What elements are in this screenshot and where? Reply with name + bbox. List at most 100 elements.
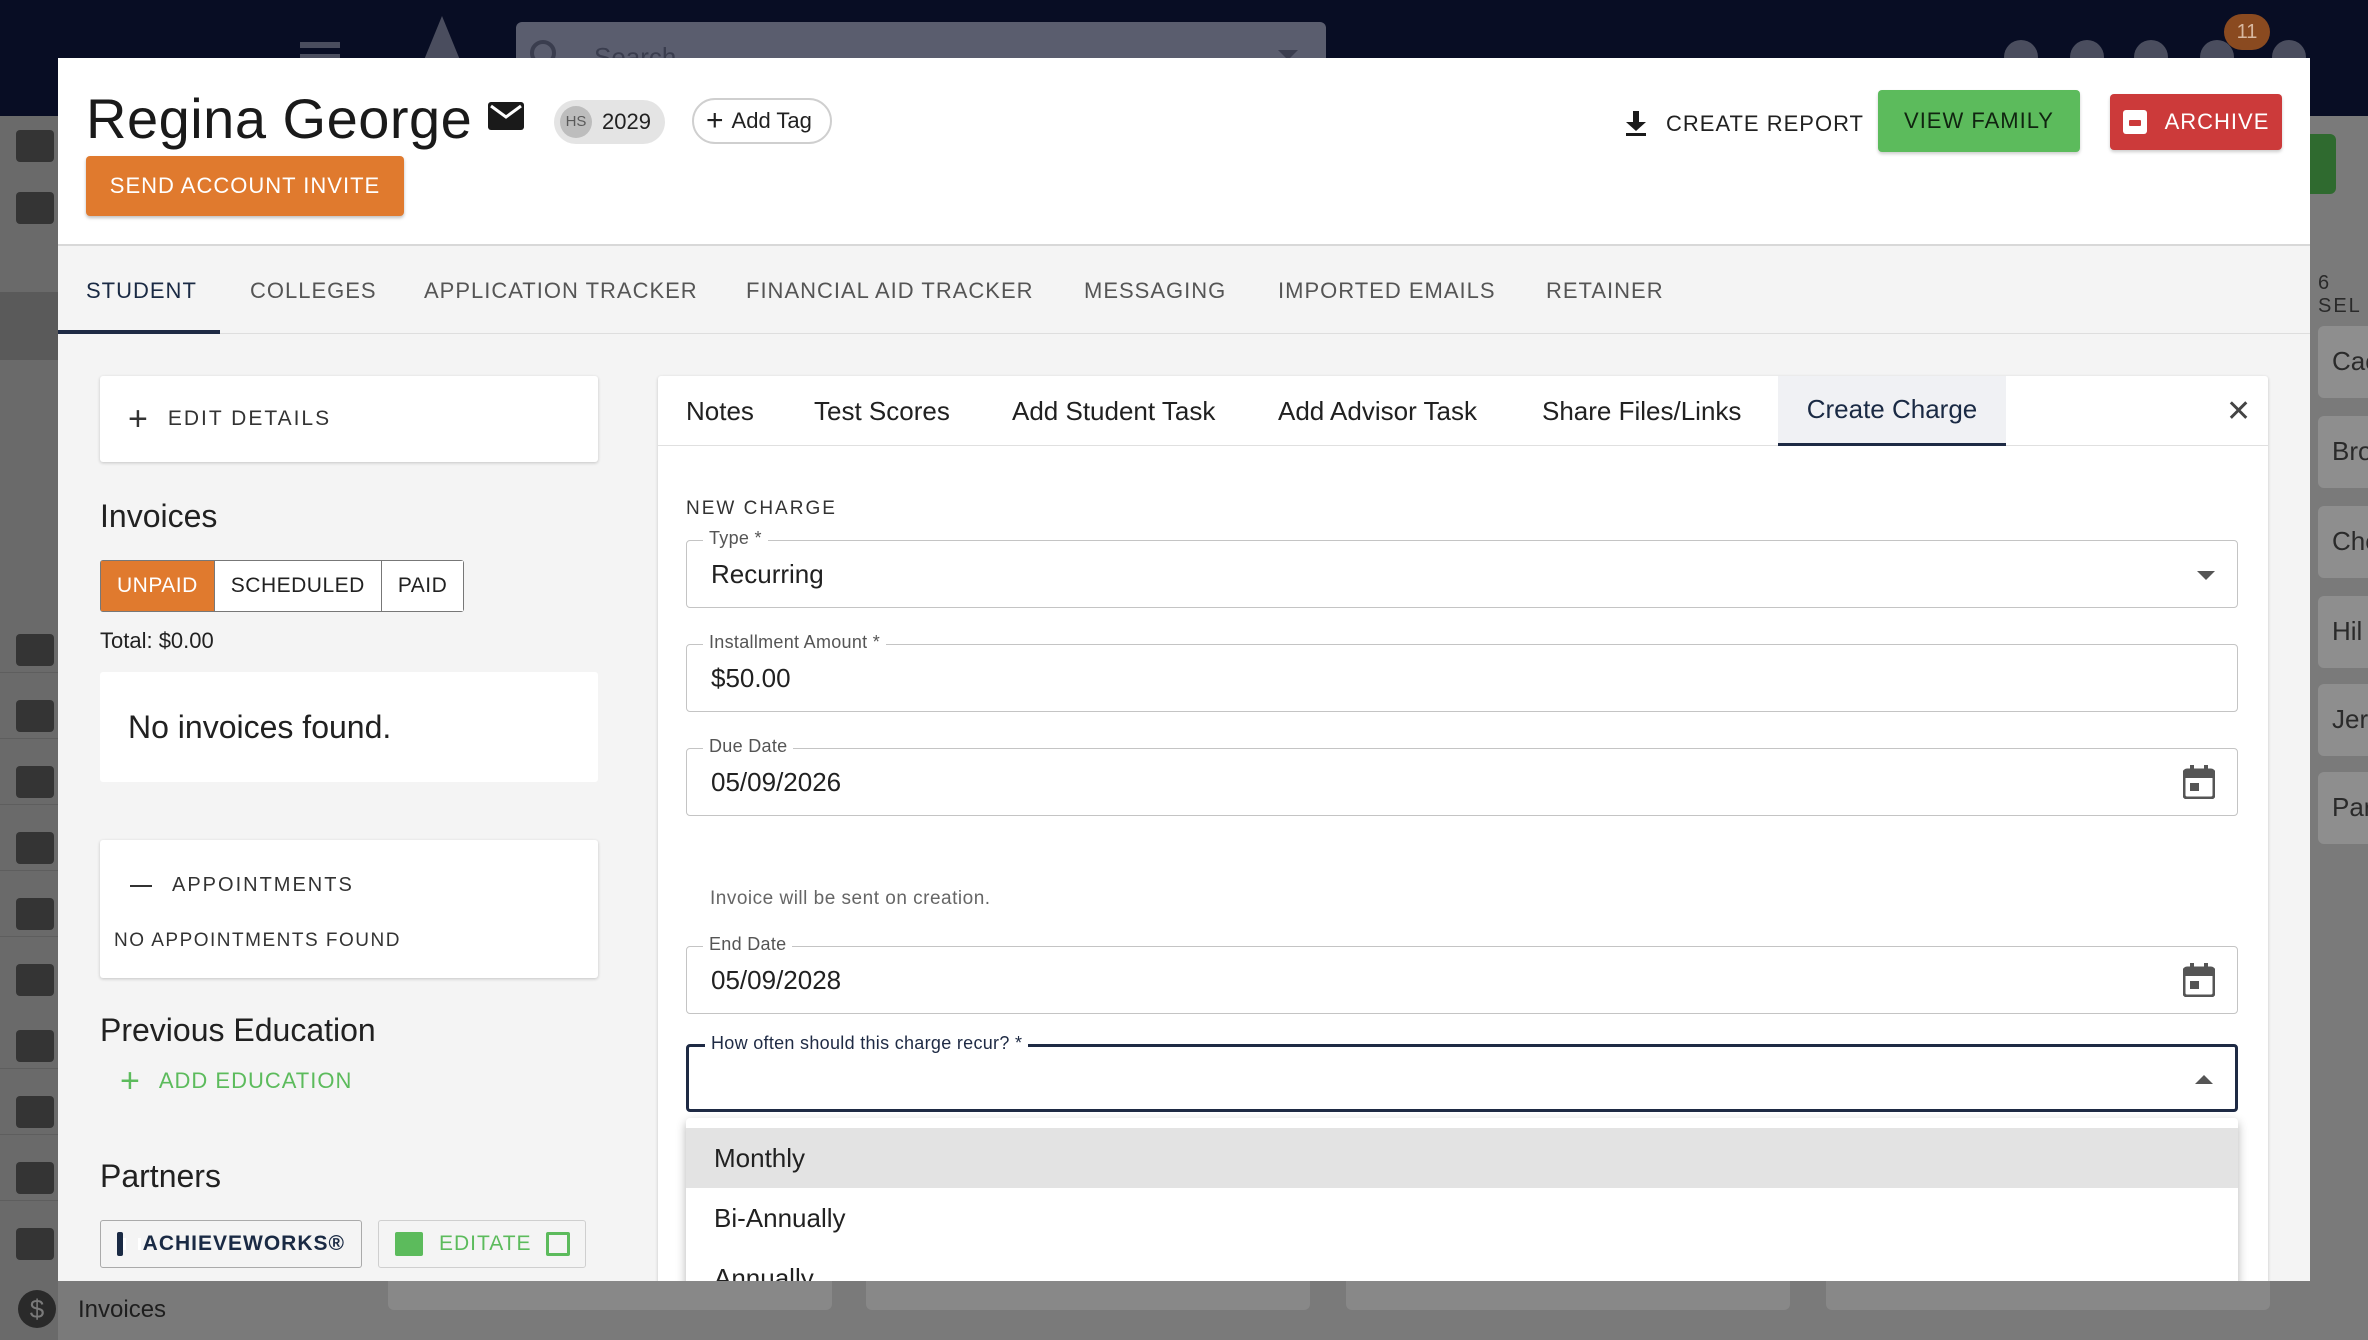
sidebar-item-students[interactable] bbox=[0, 292, 58, 360]
tab-test-scores[interactable]: Test Scores bbox=[814, 376, 950, 446]
invoice-filter-toggle: UNPAID SCHEDULED PAID bbox=[100, 560, 465, 612]
tab-add-student-task[interactable]: Add Student Task bbox=[1012, 376, 1215, 446]
background-card: Bro bbox=[2318, 416, 2368, 488]
mail-icon[interactable] bbox=[16, 1228, 54, 1260]
edit-details-label: EDIT DETAILS bbox=[167, 407, 332, 430]
tab-messaging[interactable]: MESSAGING bbox=[1084, 248, 1226, 334]
notification-badge: 11 bbox=[2224, 14, 2270, 50]
background-card bbox=[1826, 1280, 2270, 1310]
appointments-card: APPOINTMENTS NO APPOINTMENTS FOUND bbox=[100, 840, 598, 978]
recurrence-options-menu: Monthly Bi-Annually Annually bbox=[686, 1118, 2238, 1281]
collapse-icon bbox=[130, 884, 152, 887]
invoice-filter-paid[interactable]: PAID bbox=[381, 561, 464, 611]
sidebar-item-invoices[interactable]: Invoices bbox=[78, 1296, 166, 1324]
student-modal: Regina George HS 2029 + Add Tag SEND ACC… bbox=[58, 58, 2310, 1281]
charge-type-select[interactable]: Type * Recurring bbox=[686, 528, 2238, 608]
editate-button[interactable]: EDITATE bbox=[378, 1220, 586, 1268]
view-family-button[interactable]: VIEW FAMILY bbox=[1878, 90, 2080, 152]
background-card: Jer bbox=[2318, 684, 2368, 756]
edit-details-button[interactable]: + EDIT DETAILS bbox=[100, 376, 598, 462]
app-sidebar bbox=[0, 116, 58, 1340]
active-tab-indicator bbox=[58, 330, 220, 334]
send-account-invite-button[interactable]: SEND ACCOUNT INVITE bbox=[86, 156, 404, 216]
menu-icon[interactable] bbox=[300, 42, 340, 48]
dollar-icon[interactable]: $ bbox=[18, 1290, 56, 1328]
achieveworks-button[interactable]: ACHIEVEWORKS® bbox=[100, 1220, 362, 1268]
chevron-up-icon bbox=[2195, 1075, 2213, 1084]
calendar-icon[interactable] bbox=[2183, 765, 2215, 799]
chart-icon bbox=[117, 1232, 140, 1256]
background-card: Che bbox=[2318, 506, 2368, 578]
tab-add-advisor-task[interactable]: Add Advisor Task bbox=[1278, 376, 1477, 446]
grade-chip-avatar: HS bbox=[560, 106, 592, 138]
due-date-field[interactable]: Due Date 05/09/2026 bbox=[686, 736, 2238, 816]
close-icon[interactable]: ✕ bbox=[2226, 394, 2251, 429]
layers-icon[interactable] bbox=[16, 634, 54, 666]
students-icon[interactable] bbox=[16, 192, 54, 224]
tab-share-files-links[interactable]: Share Files/Links bbox=[1542, 376, 1741, 446]
achieveworks-label: ACHIEVEWORKS® bbox=[142, 1232, 345, 1255]
external-link-icon bbox=[545, 1232, 570, 1256]
tab-notes[interactable]: Notes bbox=[686, 376, 754, 446]
archive-button[interactable]: ARCHIVE bbox=[2110, 94, 2282, 150]
installment-amount-value: $50.00 bbox=[711, 663, 791, 693]
add-tag-label: Add Tag bbox=[731, 108, 812, 133]
recurrence-select[interactable]: How often should this charge recur? * bbox=[686, 1033, 2238, 1112]
tab-retainer[interactable]: RETAINER bbox=[1546, 248, 1664, 334]
background-green-button bbox=[2306, 134, 2336, 194]
archive-icon bbox=[2122, 110, 2147, 134]
grade-chip: HS 2029 bbox=[554, 100, 665, 144]
background-card bbox=[388, 1280, 832, 1310]
book-icon[interactable] bbox=[16, 1096, 54, 1128]
envelope-icon[interactable] bbox=[488, 102, 524, 130]
recurrence-label: How often should this charge recur? * bbox=[705, 1033, 1029, 1054]
calendar-icon[interactable] bbox=[2183, 963, 2215, 997]
video-icon[interactable] bbox=[16, 964, 54, 996]
end-date-value: 05/09/2028 bbox=[711, 965, 842, 995]
new-charge-heading: NEW CHARGE bbox=[686, 498, 837, 519]
tab-application-tracker[interactable]: APPLICATION TRACKER bbox=[424, 248, 698, 334]
invoice-filter-unpaid[interactable]: UNPAID bbox=[101, 561, 215, 611]
installment-amount-field[interactable]: Installment Amount * $50.00 bbox=[686, 632, 2238, 712]
background-selection-label: 6 SEL bbox=[2318, 272, 2362, 317]
add-education-button[interactable]: + ADD EDUCATION bbox=[120, 1064, 352, 1098]
tab-financial-aid-tracker[interactable]: FINANCIAL AID TRACKER bbox=[746, 248, 1034, 334]
document-icon[interactable] bbox=[16, 1162, 54, 1194]
checklist-icon[interactable] bbox=[16, 832, 54, 864]
tab-student[interactable]: STUDENT bbox=[86, 248, 197, 334]
no-invoices-message: No invoices found. bbox=[100, 672, 598, 782]
due-date-value: 05/09/2026 bbox=[711, 767, 842, 797]
partners-title: Partners bbox=[100, 1158, 221, 1194]
tab-colleges[interactable]: COLLEGES bbox=[250, 248, 377, 334]
recurrence-option-monthly[interactable]: Monthly bbox=[686, 1128, 2238, 1188]
add-tag-button[interactable]: + Add Tag bbox=[692, 98, 832, 144]
invoice-filter-scheduled[interactable]: SCHEDULED bbox=[214, 561, 382, 611]
appointments-title: APPOINTMENTS bbox=[172, 874, 354, 896]
due-date-helper: Invoice will be sent on creation. bbox=[710, 888, 991, 909]
connections-icon[interactable] bbox=[16, 766, 54, 798]
modal-header: Regina George HS 2029 + Add Tag SEND ACC… bbox=[58, 58, 2310, 246]
plus-icon: + bbox=[128, 400, 150, 438]
tab-imported-emails[interactable]: IMPORTED EMAILS bbox=[1278, 248, 1496, 334]
tab-create-charge[interactable]: Create Charge bbox=[1778, 376, 2006, 446]
create-report-button[interactable]: CREATE REPORT bbox=[1624, 102, 1864, 146]
invoice-total: Total: $0.00 bbox=[100, 628, 214, 653]
background-card: Hil bbox=[2318, 596, 2368, 668]
chevron-down-icon bbox=[2197, 571, 2215, 580]
merge-icon[interactable] bbox=[16, 1030, 54, 1062]
main-tabs: STUDENT COLLEGES APPLICATION TRACKER FIN… bbox=[58, 248, 2310, 334]
appointments-empty-message: NO APPOINTMENTS FOUND bbox=[114, 930, 401, 951]
dashboard-icon[interactable] bbox=[16, 130, 54, 162]
recurrence-option-annually[interactable]: Annually bbox=[686, 1248, 2238, 1282]
list-icon[interactable] bbox=[16, 898, 54, 930]
plus-icon: + bbox=[706, 104, 724, 137]
appointments-toggle[interactable]: APPOINTMENTS bbox=[130, 874, 354, 897]
recurrence-option-bi-annually[interactable]: Bi-Annually bbox=[686, 1188, 2238, 1248]
installment-amount-label: Installment Amount * bbox=[703, 632, 887, 653]
add-education-label: ADD EDUCATION bbox=[158, 1068, 353, 1093]
background-card bbox=[866, 1280, 1310, 1310]
columns-icon[interactable] bbox=[16, 700, 54, 732]
editate-label: EDITATE bbox=[439, 1232, 532, 1255]
end-date-field[interactable]: End Date 05/09/2028 bbox=[686, 934, 2238, 1014]
invoices-title: Invoices bbox=[100, 498, 218, 534]
